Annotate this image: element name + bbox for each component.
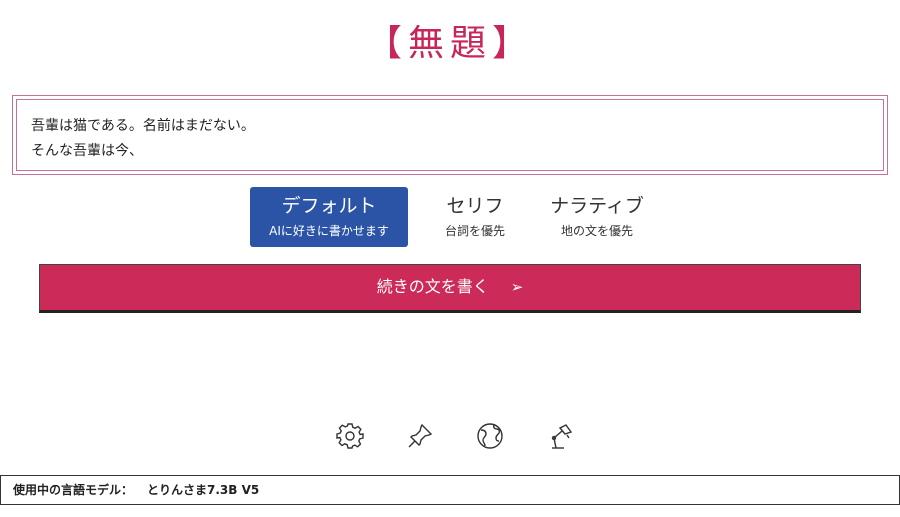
mode-description: 地の文を優先: [560, 224, 633, 238]
gear-icon[interactable]: [335, 421, 365, 451]
mode-narrative-button[interactable]: ナラティブ 地の文を優先: [542, 187, 652, 247]
toolbar: [335, 421, 575, 451]
story-editor[interactable]: 吾輩は猫である。名前はまだない。 そんな吾輩は今、: [12, 95, 888, 175]
mode-label: セリフ: [446, 195, 504, 217]
model-name: とりんさま7.3B V5: [147, 483, 260, 497]
mode-default-button[interactable]: デフォルト AIに好きに書かせます: [250, 187, 408, 247]
mode-description: 台詞を優先: [444, 224, 505, 238]
mode-selector: デフォルト AIに好きに書かせます セリフ 台詞を優先 ナラティブ 地の文を優先: [250, 187, 652, 247]
mode-label: デフォルト: [281, 195, 377, 217]
model-label: 使用中の言語モデル：: [13, 483, 134, 497]
mode-dialogue-button[interactable]: セリフ 台詞を優先: [420, 187, 530, 247]
pin-icon[interactable]: [405, 421, 435, 451]
story-line: そんな吾輩は今、: [31, 143, 143, 159]
page-title: 【無題】: [365, 23, 534, 64]
mode-label: ナラティブ: [550, 195, 644, 217]
globe-icon[interactable]: [475, 421, 505, 451]
story-text-area[interactable]: 吾輩は猫である。名前はまだない。 そんな吾輩は今、: [16, 99, 884, 171]
story-line: 吾輩は猫である。名前はまだない。: [31, 118, 255, 134]
write-continuation-button[interactable]: 続きの文を書く ➢: [39, 264, 861, 313]
write-button-label: 続きの文を書く: [376, 277, 489, 296]
desk-lamp-icon[interactable]: [545, 421, 575, 451]
model-status-bar: 使用中の言語モデル： とりんさま7.3B V5: [0, 475, 900, 505]
mode-description: AIに好きに書かせます: [269, 224, 389, 238]
send-arrow-icon: ➢: [510, 278, 524, 296]
